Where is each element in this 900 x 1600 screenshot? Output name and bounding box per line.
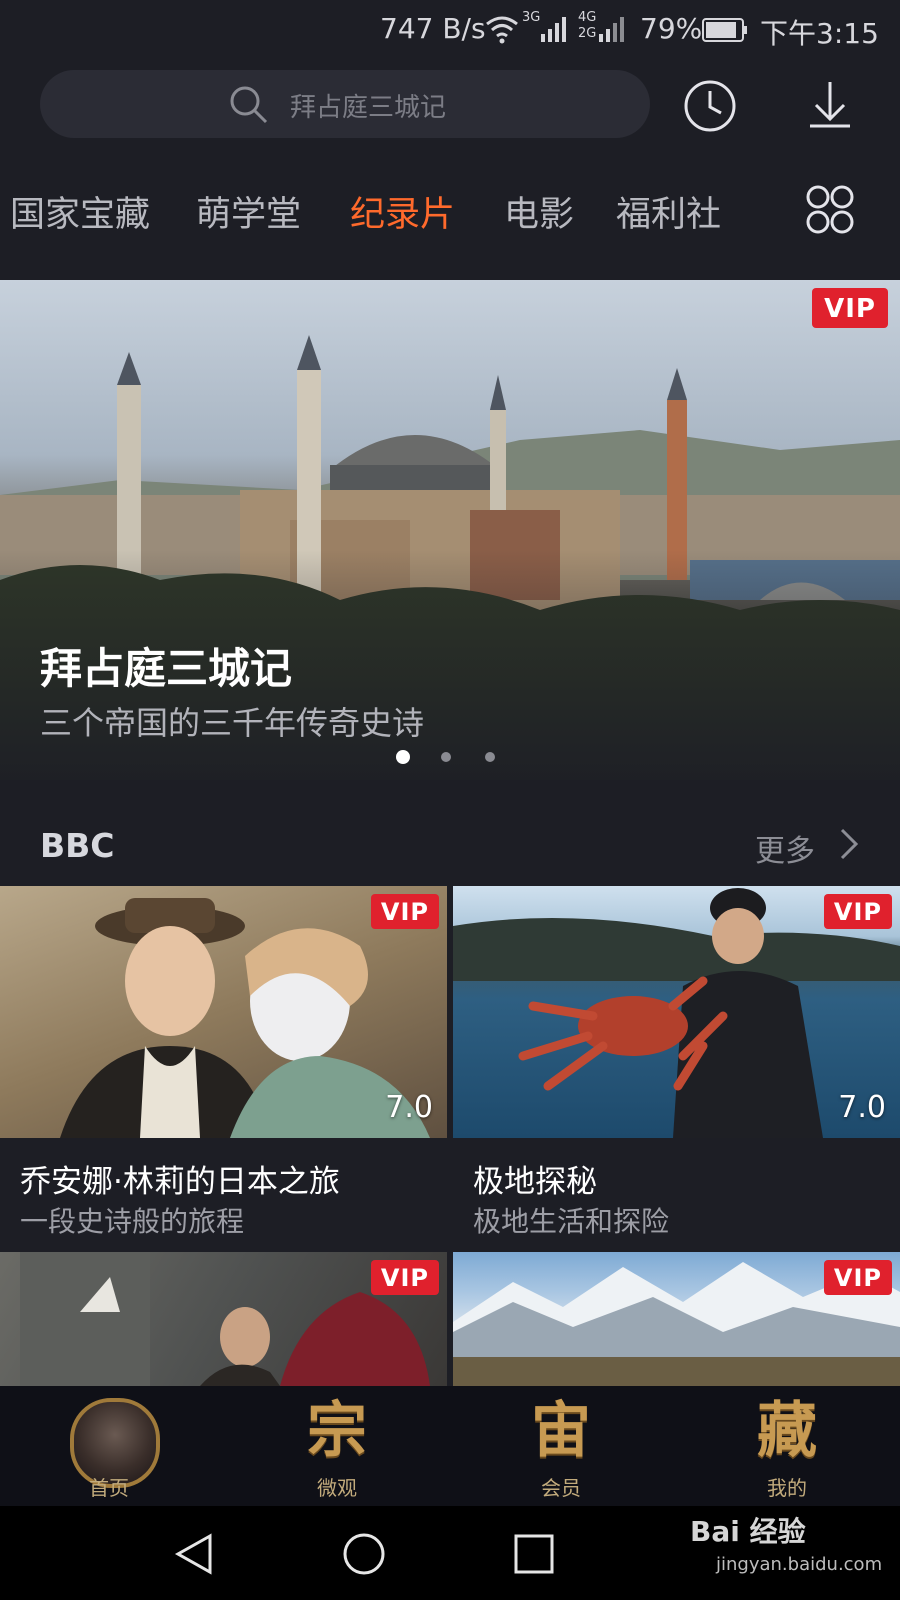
- carousel-dot[interactable]: [441, 752, 451, 762]
- tab-movies[interactable]: 电影: [504, 186, 574, 237]
- tab-national-treasure[interactable]: 国家宝藏: [10, 186, 150, 237]
- video-card[interactable]: VIP 7.0 乔安娜·林莉的日本之旅 一段史诗般的旅程: [0, 886, 447, 1238]
- rating-score: 7.0: [838, 1090, 886, 1125]
- watermark-brand: Bai 经验: [690, 1515, 806, 1548]
- tab-documentary[interactable]: 纪录片: [350, 186, 455, 237]
- download-icon[interactable]: [802, 76, 858, 132]
- hero-banner[interactable]: VIP 拜占庭三城记 三个帝国的三千年传奇史诗: [0, 280, 900, 780]
- nav-home-label: 首页: [89, 1476, 129, 1500]
- watermark-url: jingyan.baidu.com: [716, 1554, 883, 1575]
- search-placeholder: 拜占庭三城记: [290, 93, 447, 123]
- video-title: 极地探秘: [473, 1164, 597, 1200]
- video-subtitle: 极地生活和探险: [473, 1205, 670, 1238]
- wifi-icon: [486, 16, 518, 44]
- vip-badge: VIP: [812, 288, 888, 328]
- carousel-dot[interactable]: [485, 752, 495, 762]
- bottom-navigation: 首页 宗 微观 宙 会员 藏 我的: [0, 1386, 900, 1506]
- mine-glyph-icon: 藏: [757, 1396, 817, 1466]
- signal-2g-label: 2G: [578, 26, 597, 41]
- member-glyph-icon: 宙: [531, 1396, 591, 1466]
- video-card[interactable]: VIP: [0, 1252, 447, 1386]
- battery-percent: 79%: [640, 12, 703, 45]
- search-icon: [230, 86, 268, 124]
- signal-3g-label: 3G: [522, 10, 541, 25]
- micro-glyph-icon: 宗: [307, 1396, 367, 1466]
- nav-mine-label: 我的: [767, 1476, 807, 1500]
- nav-home[interactable]: 首页: [34, 1386, 184, 1506]
- more-link[interactable]: 更多: [755, 826, 815, 870]
- recents-icon[interactable]: [512, 1532, 556, 1576]
- category-tabs: 国家宝藏 萌学堂 纪录片 电影 福利社: [0, 186, 900, 246]
- signal-bars-icon: [541, 17, 566, 42]
- battery-icon: [702, 18, 747, 42]
- nav-micro-label: 微观: [317, 1476, 357, 1500]
- chevron-right-icon[interactable]: [836, 826, 860, 862]
- nav-mine[interactable]: 藏 我的: [712, 1386, 862, 1506]
- vip-badge: VIP: [823, 1260, 892, 1295]
- net-speed: 747 B/s: [380, 12, 486, 45]
- hero-title: 拜占庭三城记: [40, 644, 293, 693]
- status-bar: 747 B/s 3G 4G 2G 79% 下午3:15: [0, 0, 900, 62]
- video-card[interactable]: VIP: [453, 1252, 900, 1386]
- video-title: 乔安娜·林莉的日本之旅: [20, 1164, 340, 1200]
- tab-welfare[interactable]: 福利社: [616, 186, 721, 237]
- search-bar[interactable]: 拜占庭三城记: [40, 70, 650, 138]
- hero-subtitle: 三个帝国的三千年传奇史诗: [40, 704, 425, 742]
- video-subtitle: 一段史诗般的旅程: [20, 1205, 245, 1238]
- nav-micro[interactable]: 宗 微观: [262, 1386, 412, 1506]
- vip-badge: VIP: [370, 894, 439, 929]
- all-channels-icon[interactable]: [806, 184, 854, 236]
- back-icon[interactable]: [172, 1532, 216, 1576]
- signal-bars-2-icon: [599, 17, 624, 42]
- home-icon[interactable]: [342, 1532, 386, 1576]
- nav-member-label: 会员: [541, 1476, 581, 1500]
- rating-score: 7.0: [385, 1090, 433, 1125]
- section-title: BBC: [40, 826, 115, 865]
- carousel-dot-active[interactable]: [396, 750, 410, 764]
- vip-badge: VIP: [370, 1260, 439, 1295]
- clock: 下午3:15: [760, 17, 879, 50]
- vip-badge: VIP: [823, 894, 892, 929]
- signal-4g-label: 4G: [578, 10, 597, 25]
- history-icon[interactable]: [682, 78, 738, 134]
- tab-learning[interactable]: 萌学堂: [196, 186, 301, 237]
- nav-member[interactable]: 宙 会员: [486, 1386, 636, 1506]
- video-card[interactable]: VIP 7.0 极地探秘 极地生活和探险: [453, 886, 900, 1238]
